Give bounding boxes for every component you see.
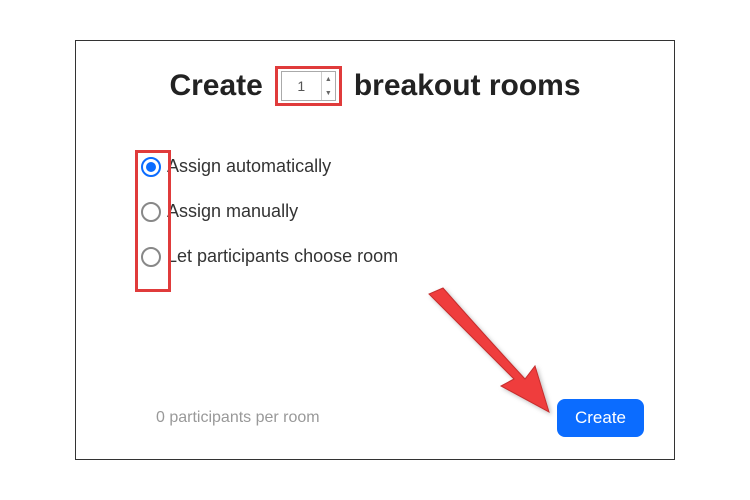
assignment-options: Assign automatically Assign manually Let…: [141, 156, 644, 267]
stepper-arrows: ▲ ▼: [321, 72, 335, 100]
room-count-stepper[interactable]: 1 ▲ ▼: [281, 71, 336, 101]
radio-group-highlight: [135, 150, 171, 292]
option-label: Let participants choose room: [167, 246, 398, 267]
dialog-title-row: Create 1 ▲ ▼ breakout rooms: [106, 66, 644, 106]
stepper-down-icon[interactable]: ▼: [322, 86, 335, 100]
option-label: Assign manually: [167, 201, 298, 222]
dialog-footer: 0 participants per room Create: [106, 399, 644, 437]
title-suffix: breakout rooms: [354, 69, 581, 103]
room-count-value[interactable]: 1: [282, 72, 321, 100]
option-assign-manually[interactable]: Assign manually: [141, 201, 644, 222]
option-let-participants-choose[interactable]: Let participants choose room: [141, 246, 644, 267]
title-prefix: Create: [169, 69, 262, 103]
create-button[interactable]: Create: [557, 399, 644, 437]
breakout-rooms-dialog: Create 1 ▲ ▼ breakout rooms Assign autom…: [75, 40, 675, 460]
stepper-up-icon[interactable]: ▲: [322, 72, 335, 86]
option-label: Assign automatically: [167, 156, 331, 177]
participants-per-room-text: 0 participants per room: [156, 409, 320, 427]
room-count-highlight: 1 ▲ ▼: [275, 66, 342, 106]
option-assign-automatically[interactable]: Assign automatically: [141, 156, 644, 177]
